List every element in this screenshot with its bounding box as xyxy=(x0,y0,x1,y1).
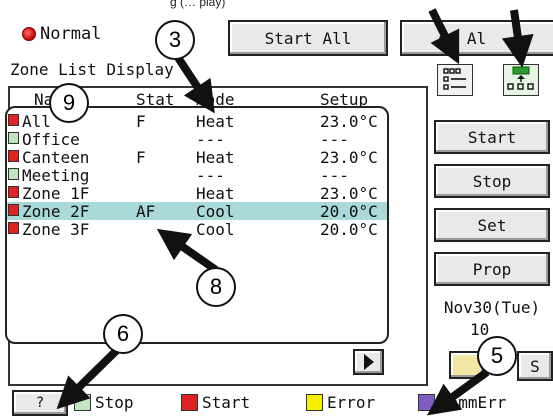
zone-setup: 23.0°C xyxy=(320,112,378,131)
callout-9: 9 xyxy=(49,83,89,123)
start-button[interactable]: Start xyxy=(434,120,550,154)
legend-commerr-label: CommErr xyxy=(439,393,507,412)
top-caption-text: g (… play) xyxy=(170,0,226,9)
prop-button[interactable]: Prop xyxy=(434,252,550,286)
zone-status-swatch xyxy=(8,114,19,126)
zone-row[interactable]: Zone 3F Cool 20.0°C xyxy=(7,220,387,239)
zone-mode: Cool xyxy=(196,220,235,239)
zone-status-swatch xyxy=(8,150,19,162)
zone-row[interactable]: Office --- --- xyxy=(7,130,387,149)
status-indicator: Normal xyxy=(22,24,101,44)
legend-stop-label: Stop xyxy=(95,393,134,412)
legend-start-swatch xyxy=(181,394,198,411)
status-led-icon xyxy=(22,27,36,41)
zone-row-selected[interactable]: Zone 2F AF Cool 20.0°C xyxy=(7,202,387,221)
date-display: Nov30(Tue) xyxy=(443,298,541,317)
zone-row[interactable]: Canteen F Heat 23.0°C xyxy=(7,148,387,167)
legend-error-label: Error xyxy=(327,393,376,412)
callout-3: 3 xyxy=(155,20,195,60)
zone-name: Office xyxy=(22,130,80,149)
legend-stop-swatch xyxy=(74,394,91,411)
controller-screen: g (… play) Normal Start All op Al Zone L… xyxy=(0,0,553,419)
zone-stat: F xyxy=(136,148,146,167)
zone-name: Zone 2F xyxy=(22,202,90,221)
zone-mode: Heat xyxy=(196,148,235,167)
legend-commerr-swatch xyxy=(418,394,435,411)
zone-mode: Cool xyxy=(196,202,235,221)
legend-stop: Stop xyxy=(74,393,134,412)
legend-error: Error xyxy=(306,393,375,412)
zone-status-swatch xyxy=(8,186,19,198)
zone-setup: --- xyxy=(320,166,349,185)
stop-button[interactable]: Stop xyxy=(434,164,550,198)
status-label: Normal xyxy=(40,24,102,44)
set-button[interactable]: Set xyxy=(434,208,550,242)
zone-row[interactable]: Meeting --- --- xyxy=(7,166,387,185)
zone-status-swatch xyxy=(8,204,19,216)
time-display: 10 xyxy=(470,320,490,339)
zone-name: Zone 3F xyxy=(22,220,90,239)
list-view-button[interactable] xyxy=(437,64,473,96)
scroll-right-icon xyxy=(363,354,374,370)
zone-name: Canteen xyxy=(22,148,90,167)
s-button[interactable]: S xyxy=(517,351,553,381)
start-all-button[interactable]: Start All xyxy=(228,20,388,56)
zone-mode: --- xyxy=(196,130,225,149)
zone-setup: 20.0°C xyxy=(320,202,378,221)
zone-status-swatch xyxy=(8,222,19,234)
zone-status-swatch xyxy=(8,168,19,180)
zone-mode: Heat xyxy=(196,112,235,131)
callout-8: 8 xyxy=(196,267,236,307)
zone-name: Meeting xyxy=(22,166,90,185)
legend-error-swatch xyxy=(306,394,323,411)
scroll-right-button[interactable] xyxy=(353,349,384,375)
zone-setup: --- xyxy=(320,130,349,149)
zone-setup: 23.0°C xyxy=(320,148,378,167)
zone-mode: --- xyxy=(196,166,225,185)
legend-start: Start xyxy=(181,393,250,412)
zone-stat: F xyxy=(136,112,146,131)
group-view-button[interactable] xyxy=(503,64,539,96)
zone-setup: 20.0°C xyxy=(320,220,378,239)
zone-list-title: Zone List Display xyxy=(10,60,174,79)
zone-mode: Heat xyxy=(196,184,235,203)
zone-name: All xyxy=(22,112,51,131)
legend-start-label: Start xyxy=(202,393,251,412)
zone-row[interactable]: Zone 1F Heat 23.0°C xyxy=(7,184,387,203)
callout-6: 6 xyxy=(103,314,143,354)
zone-status-swatch xyxy=(8,132,19,144)
zone-stat: AF xyxy=(136,202,156,221)
group-view-icon xyxy=(507,66,534,90)
help-button[interactable]: ? xyxy=(12,390,68,416)
callout-5: 5 xyxy=(477,336,517,376)
top-caption: g (… play) xyxy=(0,0,553,10)
zone-name: Zone 1F xyxy=(22,184,90,203)
legend-commerr: CommErr xyxy=(418,393,506,412)
zone-setup: 23.0°C xyxy=(320,184,378,203)
list-view-icon xyxy=(443,68,466,90)
stop-all-button[interactable]: op Al xyxy=(400,20,553,56)
